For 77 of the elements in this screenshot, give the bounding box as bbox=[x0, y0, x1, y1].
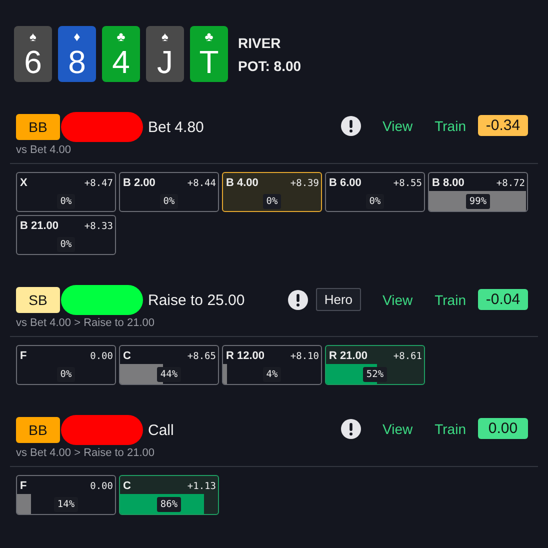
ev-value: +8.33 bbox=[84, 220, 113, 232]
ev-value: 0.00 bbox=[90, 350, 113, 362]
frequency-value: 0% bbox=[57, 194, 75, 208]
action-name: C bbox=[123, 480, 131, 492]
view-link[interactable]: View bbox=[382, 118, 413, 134]
train-link[interactable]: Train bbox=[434, 118, 466, 134]
playing-card: ♠ 6 bbox=[14, 26, 52, 82]
action-name: B 8.00 bbox=[432, 177, 464, 189]
score-badge: 0.00 bbox=[478, 418, 528, 439]
playing-card: ♠ J bbox=[146, 26, 184, 82]
ev-value: +8.55 bbox=[393, 178, 422, 188]
action-name: B 21.00 bbox=[20, 220, 59, 232]
action-cell[interactable]: B 21.00 +8.33 0% bbox=[16, 215, 116, 255]
action-name: X bbox=[20, 177, 28, 189]
frequency-value: 52% bbox=[363, 366, 387, 382]
frequency-value: 4% bbox=[263, 366, 281, 382]
frequency-value: 99% bbox=[466, 194, 490, 208]
action-name: R 21.00 bbox=[329, 350, 368, 362]
action-cell[interactable]: F 0.00 0% bbox=[16, 345, 116, 385]
action-cell[interactable]: X +8.47 0% bbox=[16, 172, 116, 212]
ev-value: +8.65 bbox=[187, 350, 216, 362]
pot-label: POT: 8.00 bbox=[238, 58, 302, 74]
action-label: Raise to 25.00 bbox=[148, 292, 245, 308]
frequency-value: 0% bbox=[57, 366, 75, 382]
action-cell[interactable]: B 6.00 +8.55 0% bbox=[325, 172, 425, 212]
position-badge: BB bbox=[16, 417, 60, 443]
frequency-value: 0% bbox=[57, 236, 75, 252]
alert-icon[interactable] bbox=[288, 290, 308, 310]
view-link[interactable]: View bbox=[382, 292, 413, 308]
frequency-value: 0% bbox=[160, 194, 178, 208]
action-path: vs Bet 4.00 bbox=[16, 144, 72, 156]
action-name: B 6.00 bbox=[329, 177, 362, 189]
ev-value: 0.00 bbox=[90, 480, 113, 492]
action-cell[interactable]: B 2.00 +8.44 0% bbox=[119, 172, 219, 212]
train-link[interactable]: Train bbox=[434, 292, 466, 308]
frequency-value: 0% bbox=[366, 194, 384, 208]
action-name: B 2.00 bbox=[123, 177, 156, 189]
ev-value: +8.72 bbox=[496, 178, 525, 188]
ev-value: +8.47 bbox=[84, 178, 113, 188]
action-cell[interactable]: F 0.00 14% bbox=[16, 475, 116, 515]
street-label: RIVER bbox=[238, 34, 282, 50]
hero-tag: Hero bbox=[316, 288, 361, 311]
action-path: vs Bet 4.00 > Raise to 21.00 bbox=[16, 447, 156, 459]
frequency-value: 0% bbox=[263, 194, 281, 208]
action-label: Call bbox=[148, 422, 174, 438]
action-cell[interactable]: C +8.65 44% bbox=[119, 345, 219, 385]
action-name: F bbox=[20, 480, 27, 492]
alert-icon[interactable] bbox=[340, 116, 361, 136]
action-cell[interactable]: B 4.00 +8.39 0% bbox=[222, 172, 322, 212]
train-link[interactable]: Train bbox=[434, 420, 466, 436]
alert-icon[interactable] bbox=[340, 418, 361, 438]
ev-value: +8.10 bbox=[290, 350, 319, 362]
score-badge: -0.34 bbox=[478, 115, 528, 136]
view-link[interactable]: View bbox=[382, 420, 413, 436]
ev-value: +8.39 bbox=[290, 178, 319, 188]
action-cell[interactable]: B 8.00 +8.72 99% bbox=[428, 172, 528, 212]
position-badge: BB bbox=[16, 114, 60, 140]
position-badge: SB bbox=[16, 287, 60, 313]
action-name: B 4.00 bbox=[226, 177, 258, 189]
ev-value: +8.61 bbox=[393, 350, 422, 362]
action-cell[interactable]: R 12.00 +8.10 4% bbox=[222, 345, 322, 385]
playing-card: ♣ T bbox=[190, 26, 228, 82]
action-label: Bet 4.80 bbox=[148, 118, 204, 136]
frequency-value: 44% bbox=[157, 366, 181, 382]
frequency-value: 86% bbox=[157, 496, 181, 512]
ev-value: +8.44 bbox=[187, 178, 216, 188]
action-cell[interactable]: C +1.13 86% bbox=[119, 475, 219, 515]
action-name: F bbox=[20, 350, 27, 362]
action-cell[interactable]: R 21.00 +8.61 52% bbox=[325, 345, 425, 385]
action-path: vs Bet 4.00 > Raise to 21.00 bbox=[16, 317, 156, 329]
ev-value: +1.13 bbox=[187, 480, 216, 492]
score-badge: -0.04 bbox=[478, 289, 528, 310]
frequency-value: 14% bbox=[54, 496, 78, 512]
playing-card: ♦ 8 bbox=[58, 26, 96, 82]
action-name: C bbox=[123, 350, 131, 362]
playing-card: ♣ 4 bbox=[102, 26, 140, 82]
action-name: R 12.00 bbox=[226, 350, 265, 362]
